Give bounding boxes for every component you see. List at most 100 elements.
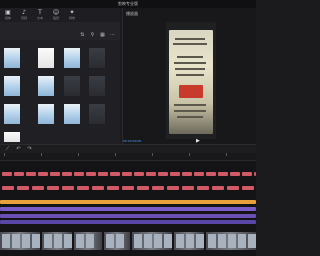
text-clip[interactable] (134, 172, 144, 176)
more-options-icon[interactable]: ⋯ (108, 32, 117, 39)
tab-sticker[interactable]: ☺ 贴纸 (50, 9, 62, 21)
text-clip[interactable] (17, 186, 29, 190)
text-clip[interactable] (182, 172, 192, 176)
preview-video[interactable] (166, 22, 216, 139)
clip-frame (22, 234, 30, 248)
media-thumbnail[interactable] (3, 103, 21, 125)
text-clip[interactable] (197, 186, 209, 190)
text-clip[interactable] (2, 172, 12, 176)
text-clip[interactable] (137, 186, 149, 190)
clip-frame (218, 234, 226, 248)
text-clip[interactable] (206, 172, 216, 176)
effect-track-violet-2[interactable] (0, 220, 256, 224)
main-video-track (0, 232, 256, 250)
media-thumbnail[interactable] (63, 47, 81, 69)
tab-media[interactable]: ▣ 媒体 (2, 9, 14, 21)
media-thumbnail[interactable] (88, 75, 106, 97)
poster-text-line (173, 43, 207, 45)
video-clip[interactable] (104, 232, 130, 250)
timeline-ruler[interactable] (0, 153, 256, 161)
text-clip[interactable] (152, 186, 164, 190)
media-thumbnail[interactable] (3, 131, 21, 143)
text-clip[interactable] (14, 172, 24, 176)
text-clip[interactable] (122, 172, 132, 176)
thumbnail-image (4, 48, 20, 68)
effect-track-violet[interactable] (0, 214, 256, 218)
text-clip[interactable] (167, 186, 179, 190)
media-thumbnail[interactable] (63, 103, 81, 125)
text-clip[interactable] (77, 186, 89, 190)
text-clip[interactable] (122, 186, 134, 190)
text-clip[interactable] (146, 172, 156, 176)
text-clip[interactable] (170, 172, 180, 176)
text-clip[interactable] (26, 172, 36, 176)
text-clip[interactable] (218, 172, 228, 176)
ruler-tick (189, 153, 190, 156)
text-clip[interactable] (230, 172, 240, 176)
tab-media-label: 媒体 (4, 16, 11, 20)
poster-image (169, 30, 213, 134)
grid-view-icon[interactable]: ▦ (98, 32, 107, 39)
media-thumbnail[interactable] (88, 103, 106, 125)
text-clip[interactable] (47, 186, 59, 190)
text-clip[interactable] (32, 186, 44, 190)
tab-text-label: 文本 (36, 16, 43, 20)
video-clip[interactable] (132, 232, 172, 250)
text-clip[interactable] (242, 172, 252, 176)
filter-icon[interactable]: ⚲ (88, 32, 97, 39)
thumbnail-image (89, 76, 105, 96)
media-thumbnail[interactable] (3, 75, 21, 97)
media-thumbnail[interactable] (37, 47, 55, 69)
clip-frame (86, 234, 94, 248)
media-thumbnail[interactable] (88, 47, 106, 69)
media-thumbnail[interactable] (63, 75, 81, 97)
text-clip[interactable] (194, 172, 204, 176)
audio-track-orange[interactable] (0, 200, 256, 204)
text-clip[interactable] (74, 172, 84, 176)
text-clip[interactable] (2, 186, 14, 190)
thumbnail-image (64, 104, 80, 124)
poster-text-line (177, 116, 203, 118)
redo-icon[interactable]: ↷ (25, 146, 34, 153)
split-icon[interactable]: ⟋ (3, 146, 12, 153)
clip-frame (54, 234, 62, 248)
text-clip[interactable] (38, 172, 48, 176)
text-clip[interactable] (182, 186, 194, 190)
media-thumbnail[interactable] (37, 103, 55, 125)
text-clip[interactable] (212, 186, 224, 190)
text-clip[interactable] (62, 172, 72, 176)
text-clip[interactable] (62, 186, 74, 190)
text-clip[interactable] (242, 186, 254, 190)
video-clip[interactable] (42, 232, 72, 250)
ruler-tick (78, 153, 79, 156)
thumbnail-image (4, 104, 20, 124)
video-clip[interactable] (0, 232, 40, 250)
text-clip[interactable] (107, 186, 119, 190)
tab-audio[interactable]: ♪ 音频 (18, 9, 30, 21)
undo-icon[interactable]: ↶ (14, 146, 23, 153)
text-clip[interactable] (98, 172, 108, 176)
text-clip[interactable] (50, 172, 60, 176)
text-clip[interactable] (227, 186, 239, 190)
tab-audio-label: 音频 (20, 16, 27, 20)
clip-frame (154, 234, 162, 248)
effect-track-purple[interactable] (0, 207, 256, 211)
sort-icon[interactable]: ⇅ (78, 32, 87, 39)
timeline-tracks (0, 161, 256, 256)
tab-text[interactable]: T 文本 (34, 9, 46, 21)
tab-effects[interactable]: ✦ 特效 (66, 9, 78, 21)
text-clip[interactable] (254, 172, 256, 176)
video-clip[interactable] (206, 232, 256, 250)
poster-text-line (174, 104, 206, 106)
thumbnail-image (38, 48, 54, 68)
text-clip[interactable] (110, 172, 120, 176)
media-thumbnail[interactable] (37, 75, 55, 97)
media-thumbnail[interactable] (3, 47, 21, 69)
audio-icon: ♪ (22, 9, 26, 16)
text-clip[interactable] (158, 172, 168, 176)
video-clip[interactable] (74, 232, 102, 250)
text-clip[interactable] (86, 172, 96, 176)
ruler-tick (115, 153, 116, 156)
text-clip[interactable] (92, 186, 104, 190)
video-clip[interactable] (174, 232, 204, 250)
